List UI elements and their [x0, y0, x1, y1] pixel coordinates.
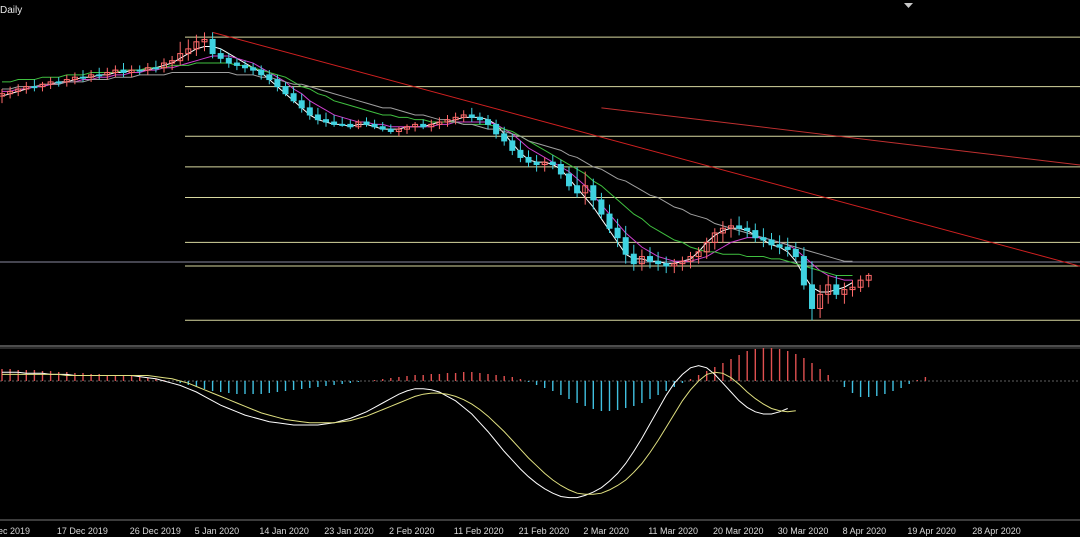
macd-signal-line: [2, 371, 796, 495]
candle-body: [566, 173, 572, 187]
candle-body: [136, 69, 143, 72]
candle-body: [630, 253, 637, 265]
candle-body: [80, 76, 86, 79]
x-tick-label: 5 Jan 2020: [195, 526, 240, 536]
candle-body: [525, 156, 532, 163]
candle-body: [493, 123, 500, 135]
candle-body: [96, 74, 103, 77]
candle-body: [120, 69, 127, 73]
x-tick-label: 14 Jan 2020: [259, 526, 309, 536]
candle-body: [517, 149, 524, 158]
candle-body: [736, 225, 743, 229]
candle-body: [574, 185, 581, 194]
candle-body: [501, 133, 508, 142]
x-tick-label: 11 Feb 2020: [454, 526, 504, 536]
ma-line-1: [2, 55, 853, 281]
x-tick-label: 21 Feb 2020: [519, 526, 570, 536]
candle-body: [282, 86, 289, 95]
candle-body: [242, 64, 248, 69]
candle-body: [598, 199, 605, 215]
candle-body: [31, 86, 38, 89]
candle-body: [663, 263, 670, 267]
candle-body: [744, 227, 751, 232]
candle-body: [379, 126, 386, 130]
candle-body: [549, 161, 556, 166]
candle-body: [768, 239, 775, 246]
ma-line-2: [2, 62, 853, 276]
candle-body: [323, 119, 329, 123]
x-tick-label: 28 Apr 2020: [972, 526, 1021, 536]
candle-body: [217, 53, 224, 59]
shift-marker-icon: [904, 3, 913, 8]
candle-body: [614, 227, 621, 239]
candle-body: [476, 116, 483, 121]
candle-body: [274, 79, 281, 88]
candle-body: [298, 100, 305, 109]
candle-body: [209, 38, 216, 55]
x-tick-label: 20 Mar 2020: [713, 526, 764, 536]
x-tick-label: 8 Dec 2019: [0, 526, 30, 536]
candle-body: [258, 69, 265, 76]
x-tick-label: 8 Apr 2020: [843, 526, 887, 536]
candle-body: [776, 244, 783, 248]
candle-body: [347, 123, 354, 128]
candle-body: [331, 121, 338, 125]
candle-body: [233, 62, 240, 66]
chart-canvas[interactable]: 8 Dec 2019 17 Dec 2019 26 Dec 2019 5 Jan 20…: [0, 0, 1080, 537]
candle-body: [152, 67, 159, 70]
candle-body: [420, 123, 427, 128]
candle-body: [225, 57, 232, 64]
candle-body: [485, 119, 491, 125]
x-tick-label: 26 Dec 2019: [130, 526, 181, 536]
candle-body: [250, 67, 257, 71]
x-tick-label: 19 Apr 2020: [907, 526, 956, 536]
candle-body: [468, 114, 475, 118]
ma-line-0: [1, 46, 853, 293]
trading-chart[interactable]: Daily 8 Dec 201917 Dec 201926 Dec 20195 …: [0, 0, 1080, 537]
candle-body: [752, 230, 759, 239]
x-tick-label: 11 Mar 2020: [648, 526, 698, 536]
candle-body: [792, 248, 799, 258]
x-tick-label: 17 Dec 2019: [57, 526, 108, 536]
x-tick-label: 2 Mar 2020: [583, 526, 629, 536]
candle-body: [606, 213, 613, 229]
candle-body: [306, 107, 313, 116]
x-tick-label: 23 Jan 2020: [324, 526, 374, 536]
candle-body: [809, 284, 815, 309]
candle-body: [800, 256, 807, 286]
candle-body: [266, 74, 273, 81]
candle-body: [290, 93, 297, 102]
candle-body: [760, 237, 767, 241]
candle-body: [339, 123, 346, 126]
candle-body: [533, 161, 540, 166]
trend-line: [212, 31, 1080, 267]
candle-body: [655, 260, 662, 265]
candle-body: [509, 140, 516, 151]
x-tick-label: 2 Feb 2020: [389, 526, 435, 536]
candle-body: [647, 256, 653, 262]
candle-body: [784, 246, 791, 250]
candle-body: [622, 237, 629, 255]
candle-body: [363, 121, 370, 125]
candle-body: [590, 185, 597, 201]
candle-body: [371, 123, 378, 128]
macd-line: [2, 365, 788, 499]
candle-body: [314, 114, 321, 121]
long-ma-line: [601, 107, 1080, 166]
x-tick-label: 30 Mar 2020: [778, 526, 829, 536]
candle-body: [387, 128, 394, 132]
candle-body: [557, 164, 564, 175]
candle-body: [833, 284, 840, 295]
candle-body: [55, 81, 62, 84]
